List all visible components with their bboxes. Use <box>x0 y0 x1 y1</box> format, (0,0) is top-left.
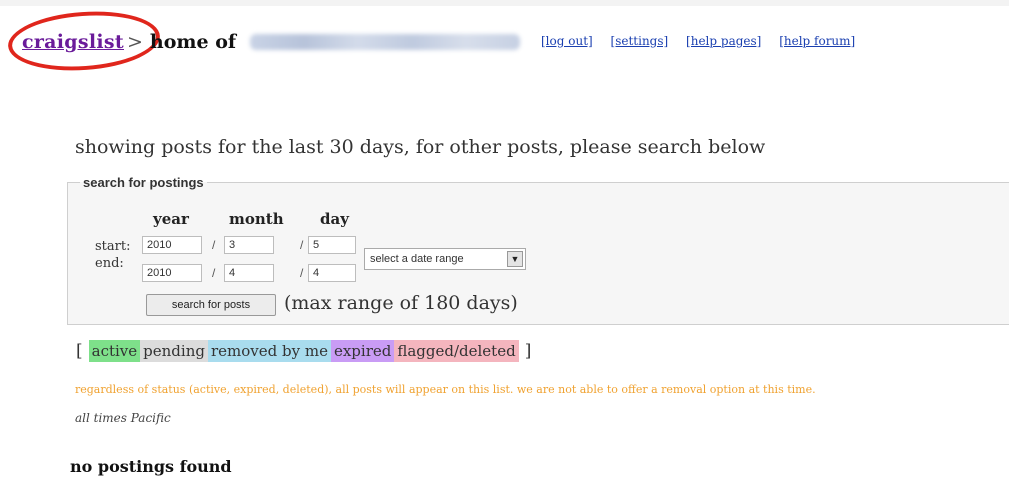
legend-close-bracket: ] <box>524 341 532 361</box>
removal-notice: regardless of status (active, expired, d… <box>75 383 816 396</box>
help-forum-link[interactable]: [help forum] <box>779 34 855 48</box>
account-links: [log out] [settings] [help pages] [help … <box>541 34 869 48</box>
help-pages-link[interactable]: [help pages] <box>686 34 761 48</box>
year-header: year <box>153 210 189 228</box>
date-range-select[interactable]: select a date range ▼ <box>364 248 526 270</box>
page-title: home of <box>149 31 237 53</box>
month-header: month <box>229 210 284 228</box>
search-for-posts-button[interactable]: search for posts <box>146 294 276 316</box>
day-header: day <box>320 210 349 228</box>
slash: / <box>300 266 304 280</box>
max-range-note: (max range of 180 days) <box>284 292 518 314</box>
end-year-input[interactable]: 2010 <box>142 264 202 282</box>
breadcrumb-separator: > <box>127 31 143 53</box>
status-active: active <box>88 340 141 362</box>
breadcrumb: craigslist > home of <box>22 27 521 57</box>
blurred-email <box>250 34 521 50</box>
craigslist-home-link[interactable]: craigslist <box>22 31 124 53</box>
slash: / <box>212 238 216 252</box>
showing-posts-text: showing posts for the last 30 days, for … <box>75 136 766 158</box>
logout-link[interactable]: [log out] <box>541 34 593 48</box>
status-expired: expired <box>330 340 395 362</box>
top-bar <box>0 0 1009 6</box>
status-removed: removed by me <box>207 340 331 362</box>
status-legend: [ active pending removed by me expired f… <box>70 340 537 362</box>
settings-link[interactable]: [settings] <box>611 34 669 48</box>
empty-message: no postings found <box>70 457 232 476</box>
end-label: end: <box>95 256 124 271</box>
start-month-input[interactable]: 3 <box>224 236 274 254</box>
end-day-input[interactable]: 4 <box>308 264 356 282</box>
start-label: start: <box>95 239 131 254</box>
start-day-input[interactable]: 5 <box>308 236 356 254</box>
slash: / <box>300 238 304 252</box>
slash: / <box>212 266 216 280</box>
start-year-input[interactable]: 2010 <box>142 236 202 254</box>
timezone-note: all times Pacific <box>75 411 171 425</box>
status-pending: pending <box>140 340 208 362</box>
chevron-down-icon[interactable]: ▼ <box>507 251 523 267</box>
status-flagged-deleted: flagged/deleted <box>394 340 519 362</box>
legend-open-bracket: [ <box>76 341 83 361</box>
search-legend: search for postings <box>83 175 204 190</box>
end-month-input[interactable]: 4 <box>224 264 274 282</box>
date-range-select-value: select a date range <box>370 253 464 265</box>
